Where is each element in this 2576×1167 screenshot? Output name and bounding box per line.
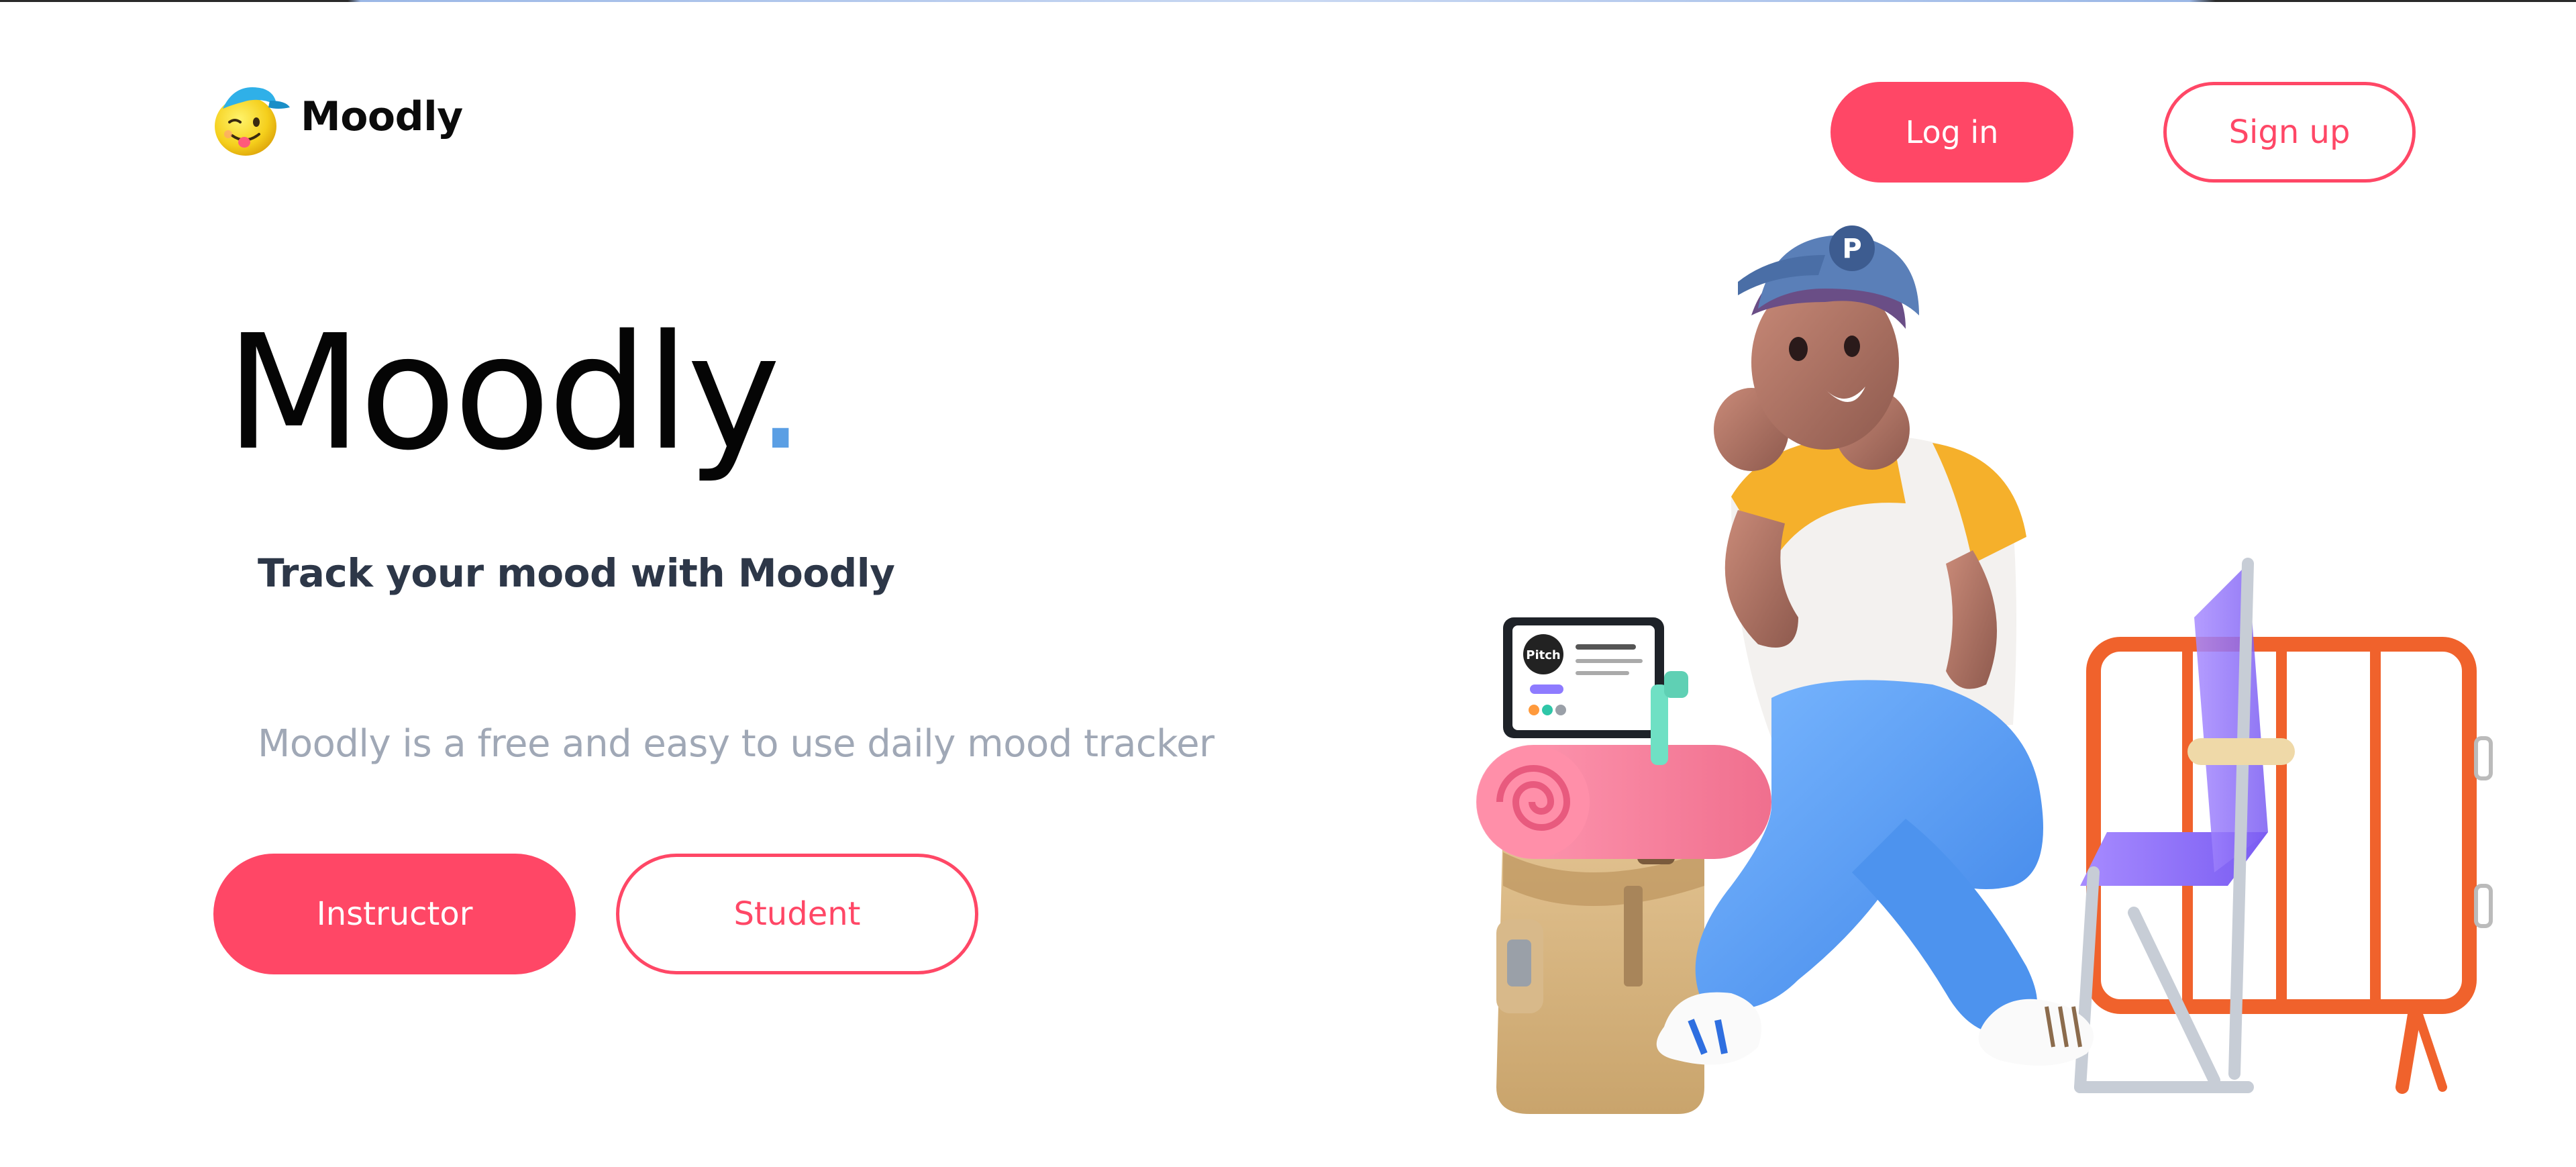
student-button[interactable]: Student: [616, 854, 978, 974]
cap-letter: P: [1842, 234, 1861, 264]
winking-emoji-cap-icon: [215, 87, 290, 156]
signup-button[interactable]: Sign up: [2163, 82, 2416, 183]
top-divider: [0, 0, 2576, 2]
laptop-brand-text: Pitch: [1526, 648, 1560, 662]
brand[interactable]: Moodly: [205, 74, 463, 160]
hero-title-text: Moodly: [225, 301, 758, 485]
login-button[interactable]: Log in: [1831, 82, 2073, 183]
tagline: Track your mood with Moodly: [258, 550, 895, 596]
brand-name: Moodly: [301, 93, 463, 140]
laptop: Pitch: [1503, 617, 1688, 765]
landing-page: Moodly Log in Sign up Moodly. Track your…: [0, 0, 2576, 1167]
character: P: [1656, 225, 2094, 1066]
rolled-mat: [1476, 745, 1771, 859]
hero-title-dot: .: [755, 301, 806, 485]
instructor-button[interactable]: Instructor: [213, 854, 576, 974]
hero-illustration: Pitch P: [1476, 225, 2493, 1114]
hero-title: Moodly.: [225, 314, 806, 472]
description: Moodly is a free and easy to use daily m…: [258, 722, 1215, 766]
